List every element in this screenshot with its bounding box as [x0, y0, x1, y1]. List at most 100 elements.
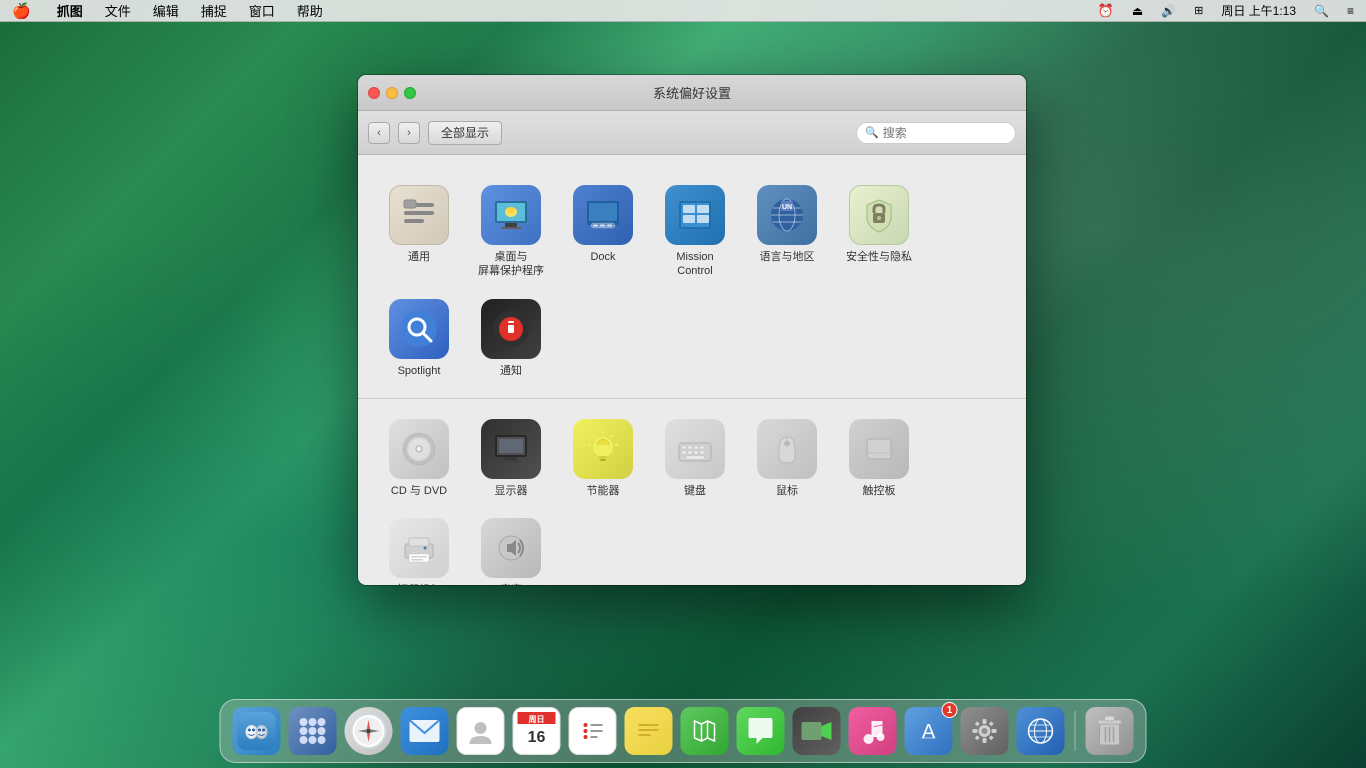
dock-calendar[interactable]: 周日 16 — [511, 705, 563, 757]
language-icon: UN — [757, 185, 817, 245]
pref-security[interactable]: 安全性与隐私 — [838, 180, 920, 284]
keyboard-icon — [665, 419, 725, 479]
mission-label: MissionControl — [676, 250, 713, 279]
spotlight-icon — [389, 299, 449, 359]
dock: 周日 16 — [220, 699, 1147, 763]
cd-label: CD 与 DVD — [391, 484, 447, 498]
messages-dock-icon — [737, 707, 785, 755]
dock-trash[interactable] — [1084, 705, 1136, 757]
dock-separator — [1075, 711, 1076, 751]
sound-icon — [481, 518, 541, 578]
menubar: 🍎 抓图 文件 编辑 捕捉 窗口 帮助 ⏰ ⏏ 🔊 ⊞ 周日 上午1:13 🔍 … — [0, 0, 1366, 22]
search-bar[interactable]: 🔍 — [856, 122, 1016, 144]
display-label: 显示器 — [495, 484, 528, 498]
menu-help[interactable]: 帮助 — [293, 0, 327, 21]
notification-label: 通知 — [500, 364, 522, 378]
minimize-button[interactable] — [386, 87, 398, 99]
dock-finder[interactable] — [231, 705, 283, 757]
launchpad-dock-icon — [289, 707, 337, 755]
toolbar: ‹ › 全部显示 🔍 — [358, 111, 1026, 155]
general-label: 通用 — [408, 250, 430, 264]
mission-icon — [665, 185, 725, 245]
dock-contacts[interactable] — [455, 705, 507, 757]
pref-keyboard[interactable]: 键盘 — [654, 414, 736, 503]
preferences-content: 通用 桌面与屏幕保护程序 — [358, 155, 1026, 585]
energy-label: 节能器 — [587, 484, 620, 498]
svg-text:UN: UN — [782, 204, 792, 211]
pref-trackpad[interactable]: 触控板 — [838, 414, 920, 503]
cd-icon — [389, 419, 449, 479]
maps-dock-icon — [681, 707, 729, 755]
desktop-icon — [481, 185, 541, 245]
finder-dock-icon — [233, 707, 281, 755]
desktop: 🍎 抓图 文件 编辑 捕捉 窗口 帮助 ⏰ ⏏ 🔊 ⊞ 周日 上午1:13 🔍 … — [0, 0, 1366, 768]
dock-maps[interactable] — [679, 705, 731, 757]
pref-notification[interactable]: 通知 — [470, 294, 552, 383]
app-name[interactable]: 抓图 — [53, 0, 87, 21]
datetime-display[interactable]: 周日 上午1:13 — [1217, 1, 1300, 20]
dock-launchpad[interactable] — [287, 705, 339, 757]
back-button[interactable]: ‹ — [368, 122, 390, 144]
system-preferences-window: 系统偏好设置 ‹ › 全部显示 🔍 — [358, 75, 1026, 585]
security-icon — [849, 185, 909, 245]
spotlight-search-icon[interactable]: 🔍 — [1310, 3, 1333, 19]
svg-text:A: A — [922, 721, 936, 743]
mouse-icon — [757, 419, 817, 479]
window-title: 系统偏好设置 — [653, 83, 731, 102]
pref-mission[interactable]: MissionControl — [654, 180, 736, 284]
dock-messages[interactable] — [735, 705, 787, 757]
pref-general[interactable]: 通用 — [378, 180, 460, 284]
pref-sound[interactable]: 声音 — [470, 513, 552, 585]
pref-display[interactable]: 显示器 — [470, 414, 552, 503]
display-icon — [481, 419, 541, 479]
display-menu-icon[interactable]: ⊞ — [1190, 3, 1207, 18]
trash-dock-icon — [1086, 707, 1134, 755]
show-all-button[interactable]: 全部显示 — [428, 121, 502, 145]
menu-edit[interactable]: 编辑 — [149, 0, 183, 21]
facetime-dock-icon — [793, 707, 841, 755]
pref-energy[interactable]: 节能器 — [562, 414, 644, 503]
volume-icon[interactable]: 🔊 — [1157, 3, 1180, 19]
traffic-lights — [368, 87, 416, 99]
pref-mouse[interactable]: 鼠标 — [746, 414, 828, 503]
forward-button[interactable]: › — [398, 122, 420, 144]
pref-desktop[interactable]: 桌面与屏幕保护程序 — [470, 180, 552, 284]
dock-safari[interactable] — [343, 705, 395, 757]
dock-sysprefs[interactable] — [959, 705, 1011, 757]
dock-safari2[interactable] — [1015, 705, 1067, 757]
pref-print[interactable]: 打印机与扫描仪 — [378, 513, 460, 585]
eject-icon[interactable]: ⏏ — [1128, 3, 1147, 19]
dock-notes[interactable] — [623, 705, 675, 757]
trackpad-icon — [849, 419, 909, 479]
dock-reminders[interactable] — [567, 705, 619, 757]
security-label: 安全性与隐私 — [846, 250, 912, 264]
pref-spotlight[interactable]: Spotlight — [378, 294, 460, 383]
language-label: 语言与地区 — [760, 250, 815, 264]
menu-window[interactable]: 窗口 — [245, 0, 279, 21]
menu-file[interactable]: 文件 — [101, 0, 135, 21]
menu-capture[interactable]: 捕捉 — [197, 0, 231, 21]
dock-appstore[interactable]: 1 A — [903, 705, 955, 757]
desktop-label: 桌面与屏幕保护程序 — [478, 250, 544, 279]
sound-label: 声音 — [500, 583, 522, 585]
apple-menu[interactable]: 🍎 — [8, 1, 35, 21]
notification-center-icon[interactable]: ≡ — [1343, 3, 1358, 19]
search-input[interactable] — [883, 126, 1007, 140]
titlebar: 系统偏好设置 — [358, 75, 1026, 111]
close-button[interactable] — [368, 87, 380, 99]
pref-cd[interactable]: CD 与 DVD — [378, 414, 460, 503]
pref-language[interactable]: UN 语言与地区 — [746, 180, 828, 284]
svg-text:16: 16 — [528, 729, 546, 746]
dock-mail[interactable] — [399, 705, 451, 757]
menubar-left: 🍎 抓图 文件 编辑 捕捉 窗口 帮助 — [8, 0, 327, 21]
maximize-button[interactable] — [404, 87, 416, 99]
calendar-dock-icon: 周日 16 — [513, 707, 561, 755]
dock-itunes[interactable] — [847, 705, 899, 757]
notes-dock-icon — [625, 707, 673, 755]
time-machine-icon[interactable]: ⏰ — [1094, 2, 1118, 20]
section-personal: 通用 桌面与屏幕保护程序 — [358, 165, 1026, 399]
safari-dock-icon — [345, 707, 393, 755]
appstore-badge: 1 — [942, 702, 958, 718]
dock-facetime[interactable] — [791, 705, 843, 757]
pref-dock[interactable]: Dock — [562, 180, 644, 284]
